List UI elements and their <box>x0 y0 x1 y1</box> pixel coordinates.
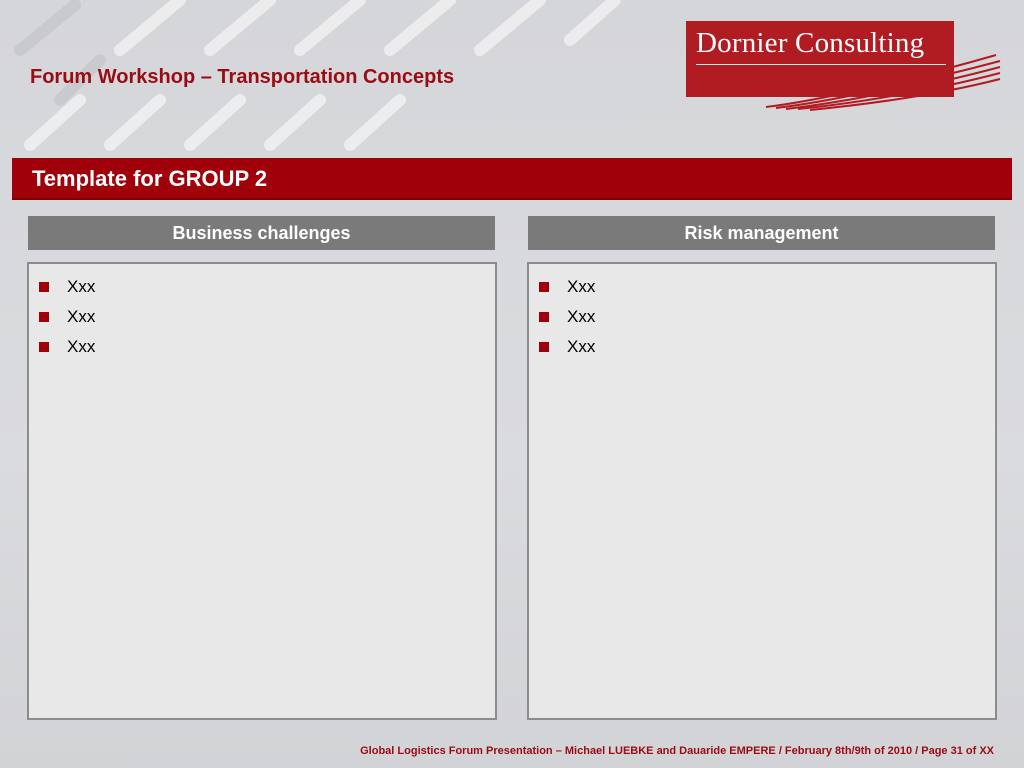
risk-management-panel: Xxx Xxx Xxx <box>527 262 997 720</box>
list-item: Xxx <box>39 272 495 302</box>
business-challenges-list: Xxx Xxx Xxx <box>29 264 495 362</box>
list-item: Xxx <box>39 302 495 332</box>
dornier-logo: Dornier Consulting <box>686 21 1002 111</box>
list-item: Xxx <box>39 332 495 362</box>
risk-management-list: Xxx Xxx Xxx <box>529 264 995 362</box>
list-item-text: Xxx <box>567 307 596 326</box>
column-header-business-challenges: Business challenges <box>28 216 495 250</box>
square-bullet-icon <box>539 342 549 352</box>
square-bullet-icon <box>39 342 49 352</box>
section-title-bar: Template for GROUP 2 <box>12 158 1012 200</box>
presentation-title: Forum Workshop – Transportation Concepts <box>30 66 455 88</box>
list-item-text: Xxx <box>567 337 596 356</box>
footer-text: Global Logistics Forum Presentation – Mi… <box>360 745 994 757</box>
business-challenges-panel: Xxx Xxx Xxx <box>27 262 497 720</box>
logo-swoosh-icon <box>765 54 1001 111</box>
list-item-text: Xxx <box>67 277 96 296</box>
list-item: Xxx <box>539 332 995 362</box>
list-item: Xxx <box>539 302 995 332</box>
square-bullet-icon <box>539 312 549 322</box>
section-title: Template for GROUP 2 <box>32 166 268 191</box>
square-bullet-icon <box>39 312 49 322</box>
square-bullet-icon <box>539 282 549 292</box>
square-bullet-icon <box>39 282 49 292</box>
list-item: Xxx <box>539 272 995 302</box>
list-item-text: Xxx <box>67 337 96 356</box>
column-header-risk-management: Risk management <box>528 216 995 250</box>
list-item-text: Xxx <box>567 277 596 296</box>
list-item-text: Xxx <box>67 307 96 326</box>
